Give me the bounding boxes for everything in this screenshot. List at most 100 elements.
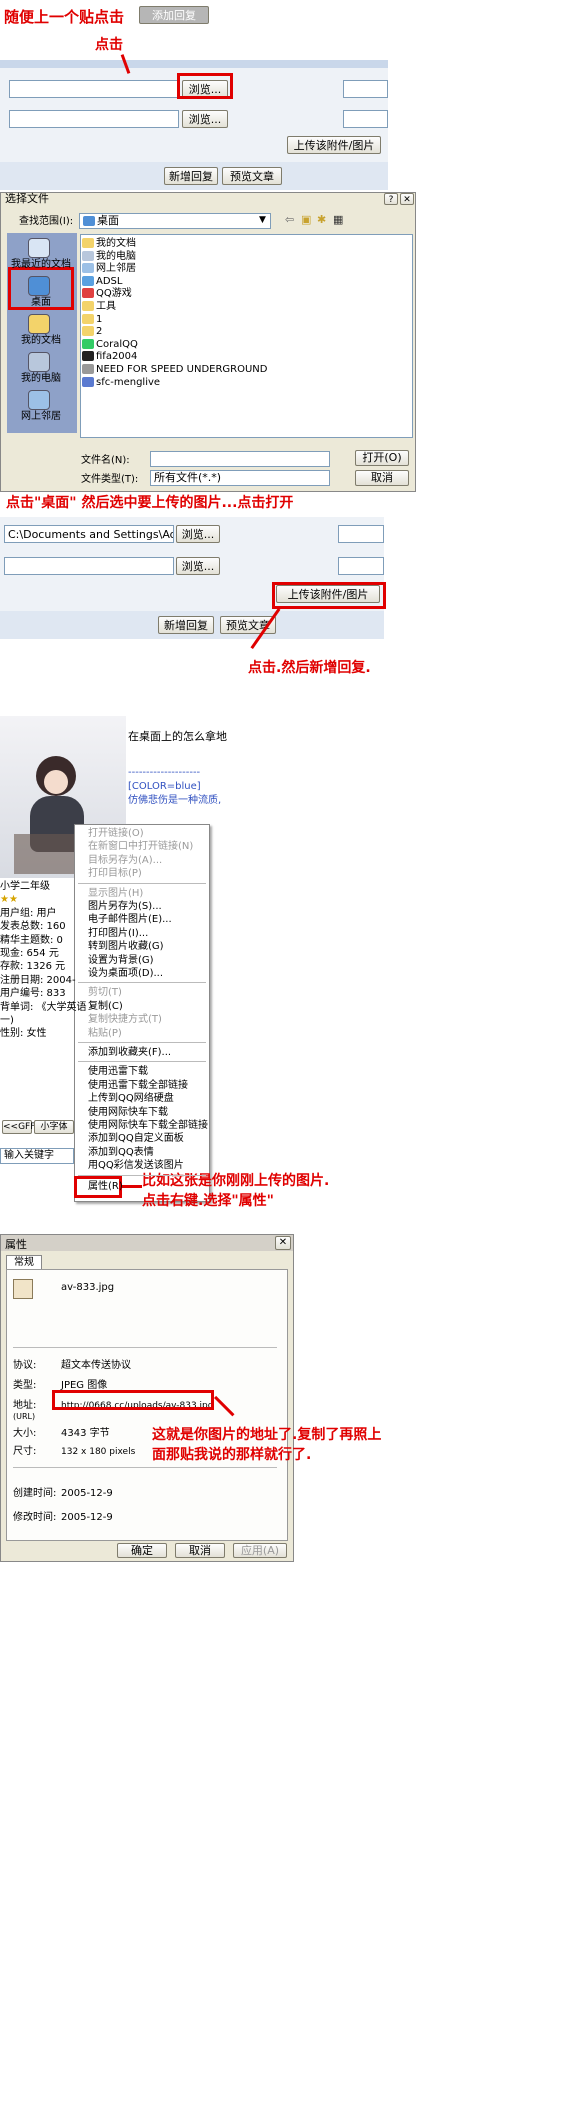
context-menu-item[interactable]: 设为桌面项(D)...: [88, 967, 163, 981]
menu-separator: [78, 882, 206, 884]
context-menu-item[interactable]: 打印目标(P): [88, 867, 142, 881]
filename-input[interactable]: [150, 451, 330, 467]
lookin-select[interactable]: 桌面: [79, 213, 271, 229]
context-menu-item[interactable]: 复制(C): [88, 1000, 123, 1014]
desktop-icon: [83, 216, 95, 226]
browse-button-3[interactable]: 浏览...: [176, 525, 220, 543]
file-icon: [82, 263, 94, 274]
filetype-select[interactable]: 所有文件(*.*): [150, 470, 330, 486]
file-name: sfc-menglive: [96, 376, 161, 388]
cancel-button[interactable]: 取消: [355, 470, 409, 486]
menu-separator: [78, 1042, 206, 1043]
context-menu-item[interactable]: 添加到QQ表情: [88, 1146, 154, 1160]
context-menu-item[interactable]: 打印图片(I)...: [88, 927, 148, 941]
file-name: CoralQQ: [96, 338, 138, 350]
context-menu-item[interactable]: 显示图片(H): [88, 887, 143, 901]
small-font-button[interactable]: 小字体: [34, 1120, 74, 1134]
places-item-label[interactable]: 桌面: [8, 296, 74, 310]
back-icon[interactable]: ⇦: [285, 213, 294, 226]
close-icon-2[interactable]: ✕: [275, 1236, 291, 1250]
view-menu-icon[interactable]: ▦: [333, 213, 343, 226]
new-reply-button[interactable]: 新增回复: [164, 167, 218, 185]
context-menu-item[interactable]: 使用迅雷下载: [88, 1065, 148, 1079]
context-menu-item[interactable]: 上传到QQ网络硬盘: [88, 1092, 174, 1106]
up-folder-icon[interactable]: ▣: [301, 213, 311, 226]
context-menu-item[interactable]: 添加到QQ自定义面板: [88, 1132, 184, 1146]
highlight-address: [52, 1390, 214, 1410]
new-folder-icon[interactable]: ✱: [317, 213, 326, 226]
context-menu-item[interactable]: 使用网际快车下载: [88, 1106, 168, 1120]
context-menu-item[interactable]: 打开链接(O): [88, 827, 144, 841]
apply-button[interactable]: 应用(A): [233, 1543, 287, 1558]
context-menu-item[interactable]: 使用网际快车下载全部链接: [88, 1119, 208, 1133]
places-item-label[interactable]: 网上邻居: [8, 410, 74, 424]
context-menu-item[interactable]: 在新窗口中打开链接(N): [88, 840, 193, 854]
desktop-icon: [28, 276, 50, 296]
context-menu-properties[interactable]: 属性(R): [88, 1180, 123, 1194]
context-menu-item[interactable]: 复制快捷方式(T): [88, 1013, 162, 1027]
user-info-line: 一): [0, 1015, 14, 1026]
gff-button[interactable]: <<GFF: [2, 1120, 35, 1134]
tab-general[interactable]: 常规: [6, 1255, 42, 1270]
file-path-input-2[interactable]: [9, 110, 179, 128]
new-reply-button-2[interactable]: 新增回复: [158, 616, 214, 634]
file-path-input-4[interactable]: [4, 557, 174, 575]
open-button[interactable]: 打开(O): [355, 450, 409, 466]
file-name: fifa2004: [96, 351, 138, 363]
file-path-input-1[interactable]: [9, 80, 179, 98]
file-list-item[interactable]: sfc-menglive: [82, 375, 160, 390]
desc-input-4[interactable]: [338, 557, 384, 575]
close-icon[interactable]: ✕: [400, 193, 414, 205]
context-menu-item[interactable]: 粘贴(P): [88, 1027, 122, 1041]
search-input[interactable]: 输入关键字: [0, 1148, 74, 1164]
file-path-input-3[interactable]: C:\Documents and Settings\Adminis: [4, 525, 174, 543]
network-places-icon: [28, 390, 50, 410]
file-icon: [82, 288, 94, 299]
menu-separator: [78, 1174, 206, 1176]
browse-button-2[interactable]: 浏览...: [182, 110, 228, 128]
browse-button-4[interactable]: 浏览...: [176, 557, 220, 575]
preview-post-button[interactable]: 预览文章: [222, 167, 282, 185]
help-icon[interactable]: ?: [384, 193, 398, 205]
properties-title: 属性: [5, 1238, 27, 1251]
file-icon: [82, 238, 94, 248]
prop-filename: av-833.jpg: [61, 1282, 115, 1293]
created-label: 创建时间:: [13, 1488, 57, 1499]
context-menu-item[interactable]: 使用迅雷下载全部链接: [88, 1079, 188, 1093]
context-menu-item[interactable]: 剪切(T): [88, 986, 122, 1000]
click-note: 点击: [95, 37, 123, 53]
context-menu-item[interactable]: 设置为背景(G): [88, 954, 154, 968]
protocol-label: 协议:: [13, 1360, 37, 1371]
filetype-label: 文件类型(T):: [81, 474, 139, 485]
dims-value: 132 x 180 pixels: [61, 1447, 136, 1457]
context-menu-item[interactable]: 转到图片收藏(G): [88, 940, 164, 954]
context-menu-item[interactable]: 用QQ彩信发送该图片: [88, 1159, 184, 1173]
chevron-down-icon: ▼: [259, 215, 266, 225]
places-item-label[interactable]: 我最近的文档: [8, 258, 74, 272]
type-label: 类型:: [13, 1380, 37, 1391]
desc-input-2[interactable]: [343, 110, 388, 128]
file-name: 我的电脑: [96, 250, 136, 262]
file-name: NEED FOR SPEED UNDERGROUND: [96, 364, 268, 375]
file-name: QQ游戏: [96, 288, 132, 300]
context-menu-item[interactable]: 图片另存为(S)...: [88, 900, 162, 914]
ok-button[interactable]: 确定: [117, 1543, 167, 1558]
post-dashes: --------------------: [128, 767, 201, 778]
file-icon: [82, 250, 94, 261]
desc-input-3[interactable]: [338, 525, 384, 543]
cancel-button-2[interactable]: 取消: [175, 1543, 225, 1558]
dialog-title: 选择文件: [5, 192, 49, 205]
places-item-label[interactable]: 我的文档: [8, 334, 74, 348]
upload-attachment-button[interactable]: 上传该附件/图片: [287, 136, 381, 154]
context-menu-item[interactable]: 电子邮件图片(E)...: [88, 913, 172, 927]
post-line-1: 在桌面上的怎么拿地: [128, 730, 227, 743]
user-info-line: 精华主题数: 0: [0, 934, 63, 946]
user-info-line: 注册日期: 2004-: [0, 974, 76, 986]
size-label: 大小:: [13, 1428, 37, 1439]
context-menu-item[interactable]: 添加到收藏夹(F)...: [88, 1046, 171, 1060]
context-menu-item[interactable]: 目标另存为(A)...: [88, 854, 162, 868]
places-item-label[interactable]: 我的电脑: [8, 372, 74, 386]
user-info-line: 背单词: 《大学英语: [0, 1001, 87, 1013]
image-file-icon: [13, 1279, 33, 1299]
desc-input-1[interactable]: [343, 80, 388, 98]
